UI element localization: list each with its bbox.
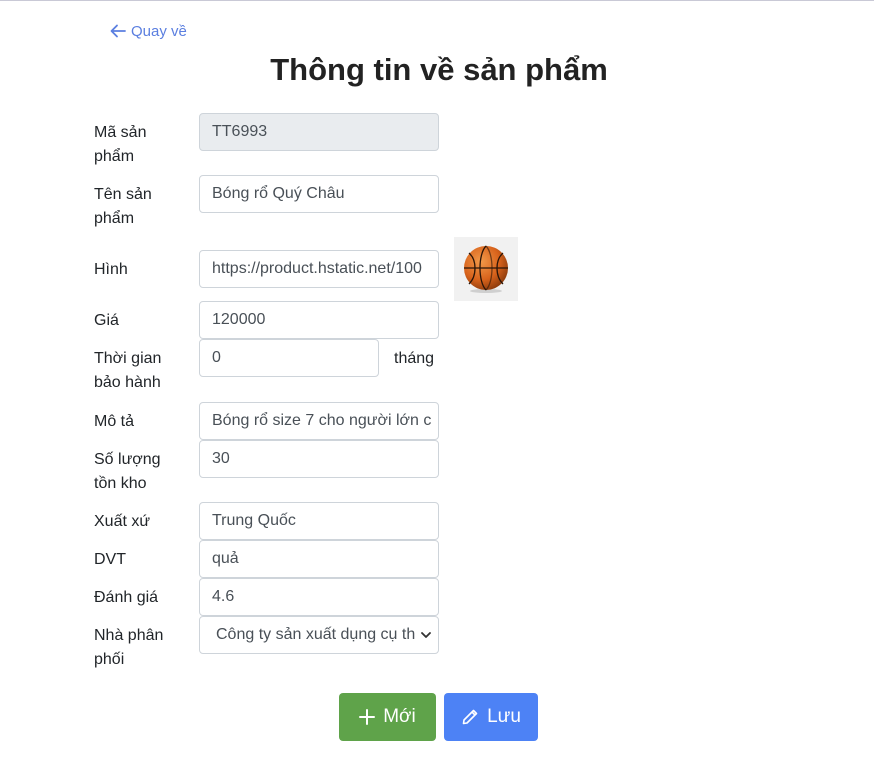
product-thumbnail: [454, 237, 518, 301]
warranty-input[interactable]: 0: [199, 339, 379, 377]
new-button-label: Mới: [383, 706, 416, 727]
plus-icon: [359, 709, 376, 725]
description-input[interactable]: Bóng rổ size 7 cho người lớn c: [199, 402, 439, 440]
back-link[interactable]: Quay về: [109, 22, 187, 40]
basketball-image: [464, 245, 508, 293]
top-border: [0, 0, 874, 1]
stock-input[interactable]: 30: [199, 440, 439, 478]
product-code-input[interactable]: TT6993: [199, 113, 439, 151]
back-link-label: Quay về: [131, 22, 187, 40]
page-title: Thông tin về sản phẩm: [270, 52, 608, 87]
save-button-label: Lưu: [487, 706, 521, 727]
new-button[interactable]: Mới: [339, 693, 436, 741]
chevron-down-icon: [421, 632, 431, 638]
warranty-label: Thời gian bảo hành: [94, 350, 162, 391]
product-name-label: Tên sản phẩm: [94, 186, 152, 227]
warranty-unit-label: tháng: [394, 350, 435, 367]
unit-input[interactable]: quả: [199, 540, 439, 578]
description-label: Mô tả: [94, 413, 135, 430]
origin-label: Xuất xứ: [94, 513, 151, 530]
rating-label: Đánh giá: [94, 589, 159, 606]
origin-input[interactable]: Trung Quốc: [199, 502, 439, 540]
unit-label: DVT: [94, 551, 126, 568]
product-code-label: Mã sản phẩm: [94, 124, 147, 165]
price-label: Giá: [94, 312, 119, 329]
pencil-icon: [462, 709, 478, 725]
save-button[interactable]: Lưu: [444, 693, 538, 741]
distributor-label: Nhà phân phối: [94, 627, 164, 668]
product-name-input[interactable]: Bóng rổ Quý Châu: [199, 175, 439, 213]
distributor-selected-value: Công ty sản xuất dụng cụ th: [216, 626, 416, 643]
arrow-left-icon: [110, 24, 126, 38]
image-url-input[interactable]: https://product.hstatic.net/100: [199, 250, 439, 288]
distributor-select[interactable]: Công ty sản xuất dụng cụ th: [199, 616, 439, 654]
rating-input[interactable]: 4.6: [199, 578, 439, 616]
stock-label: Số lượng tồn kho: [94, 451, 161, 492]
image-label: Hình: [94, 261, 128, 278]
price-input[interactable]: 120000: [199, 301, 439, 339]
